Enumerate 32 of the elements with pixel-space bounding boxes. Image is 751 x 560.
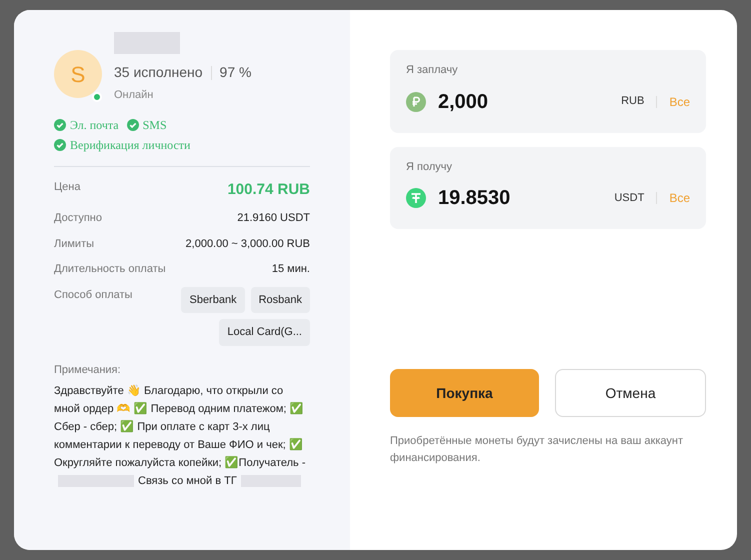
currency-label: RUB [621, 94, 644, 110]
amount-label: Я получу [406, 160, 453, 174]
verification-label: Эл. почта [70, 116, 119, 134]
detail-value: 2,000.00 ~ 3,000.00 RUB [186, 236, 310, 252]
footnote-text: Приобретённые монеты будут зачислены на ваш аккаунт финансирования. [390, 434, 684, 466]
detail-value: 100.74 RUB [227, 180, 310, 200]
notes-label: Примечания: [54, 362, 122, 378]
ruble-coin-icon [406, 92, 426, 112]
amount-field[interactable]: 19.8530 [438, 183, 602, 213]
detail-label: Длительность оплаты [54, 262, 166, 277]
verification-label: SMS [142, 116, 167, 134]
amount-label: Я заплачу [406, 63, 459, 78]
amount-field[interactable]: 2,000 [438, 86, 610, 116]
completion-rate: 97 % [220, 63, 252, 82]
detail-label: Лимиты [54, 236, 94, 252]
completed-count: 35 исполнено [114, 63, 203, 82]
detail-label: Способ оплаты [54, 288, 132, 302]
verification-label: Верификация личности [70, 136, 190, 154]
payment-method-tag: Rosbank [250, 286, 310, 313]
detail-value: 15 мин. [272, 262, 310, 277]
buy-button[interactable]: Покупка [390, 369, 539, 417]
notes-text: Здравствуйте 👋 Благодарю, что открыли со мной ордер 🫶 ✅ Перевод одним платежом; ✅ Сбер - сбер; ✅ При оплате с карт 3-х лиц комментарии к переводу от Ваше ФИО и чек; ✅ Округляйте пожалуйста копейки; ✅Получатель - Связь со мной в ТГ [54, 384, 307, 490]
detail-value: 21.9160 USDT [237, 211, 310, 226]
detail-label: Доступно [54, 211, 102, 226]
online-status: Онлайн [114, 88, 154, 103]
payment-method-tag: Sberbank [181, 286, 245, 313]
tether-coin-icon [406, 188, 426, 208]
detail-label: Цена [54, 180, 80, 194]
avatar: S [54, 50, 102, 98]
cancel-button[interactable]: Отмена [555, 369, 706, 417]
payment-method-tag: Local Card(G... [219, 319, 310, 346]
currency-label: USDT [614, 190, 644, 206]
